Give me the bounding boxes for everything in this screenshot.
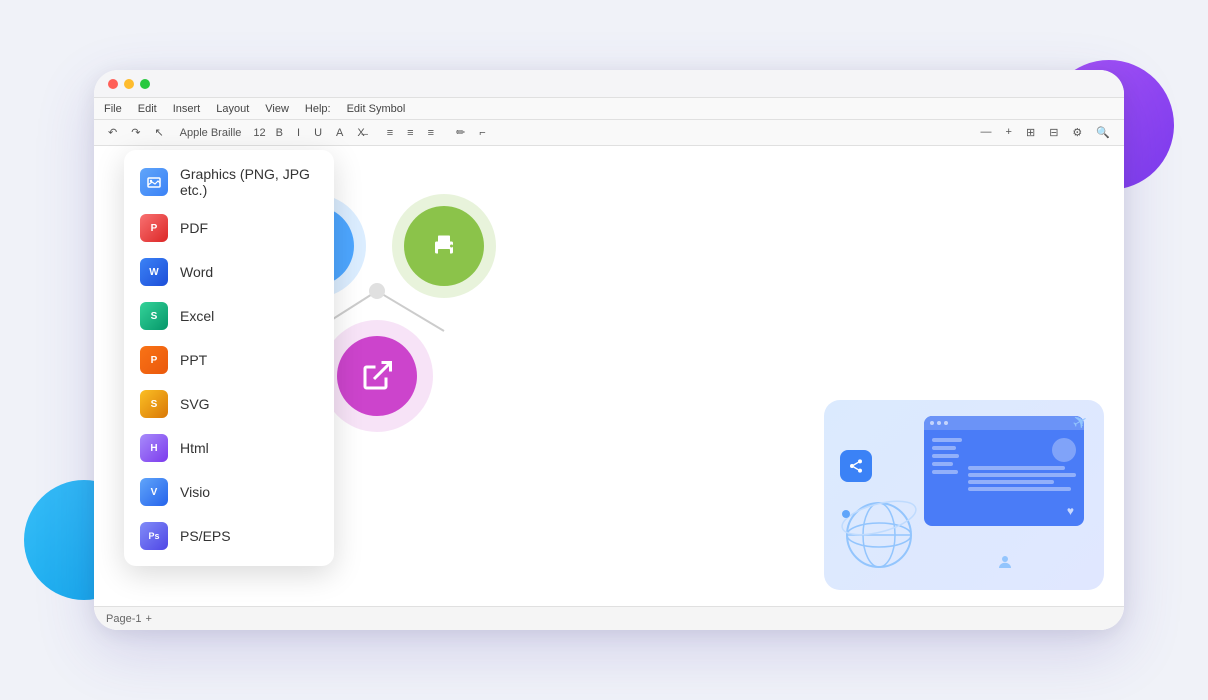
- toolbar-font-color[interactable]: A: [332, 125, 347, 141]
- dropdown-item-pdf[interactable]: P PDF: [124, 206, 334, 250]
- font-selector[interactable]: Apple Braille: [174, 127, 248, 139]
- toolbar-underline[interactable]: U: [310, 125, 326, 141]
- browser-content: [924, 430, 1084, 503]
- device-topbar: [94, 70, 1124, 98]
- page-tab-label[interactable]: Page-1: [106, 613, 141, 625]
- browser-sidebar: [932, 438, 962, 495]
- page-tab: Page-1 +: [94, 606, 1124, 630]
- toolbar-strikethrough[interactable]: X̶: [353, 125, 368, 141]
- close-dot[interactable]: [108, 79, 118, 89]
- main-line-3: [968, 480, 1054, 484]
- outer-wrapper: File Edit Insert Layout View Help: Edit …: [54, 40, 1154, 660]
- person-icon: [996, 553, 1014, 576]
- toolbar-redo[interactable]: ↷: [127, 124, 144, 141]
- toolbar-undo[interactable]: ↶: [104, 124, 121, 141]
- toolbar-bold[interactable]: B: [272, 125, 287, 141]
- toolbar-align-right[interactable]: ≡: [424, 125, 438, 141]
- svg-label: SVG: [180, 396, 210, 412]
- heart-icon: ♥: [1067, 504, 1074, 518]
- dropdown-item-html[interactable]: H Html: [124, 426, 334, 470]
- ps-icon: Ps: [140, 522, 168, 550]
- font-size[interactable]: 12: [253, 127, 265, 139]
- main-line-2: [968, 473, 1076, 477]
- toolbar-grid[interactable]: ⊟: [1045, 124, 1062, 141]
- browser-bar: [924, 416, 1084, 430]
- menu-file[interactable]: File: [104, 103, 122, 115]
- minimize-dot[interactable]: [124, 79, 134, 89]
- browser-mockup: ♥: [924, 416, 1084, 526]
- browser-main: [968, 438, 1076, 495]
- svg-icon: S: [140, 390, 168, 418]
- dropdown-item-ps[interactable]: Ps PS/EPS: [124, 514, 334, 558]
- editor-toolbar: ↶ ↷ ↖ Apple Braille 12 B I U A X̶ ≡ ≡ ≡ …: [94, 120, 1124, 146]
- menu-help[interactable]: Help:: [305, 103, 331, 115]
- toolbar-line[interactable]: ⌐: [475, 125, 489, 141]
- sidebar-line-4: [932, 462, 953, 466]
- graphics-label: Graphics (PNG, JPG etc.): [180, 166, 318, 198]
- ps-label: PS/EPS: [180, 528, 231, 544]
- toolbar-pointer[interactable]: ↖: [150, 124, 167, 141]
- toolbar-align-left[interactable]: ≡: [383, 125, 397, 141]
- maximize-dot[interactable]: [140, 79, 150, 89]
- pdf-label: PDF: [180, 220, 208, 236]
- html-icon: H: [140, 434, 168, 462]
- word-icon: W: [140, 258, 168, 286]
- toolbar-draw[interactable]: ✏: [452, 124, 469, 141]
- editor-menubar: File Edit Insert Layout View Help: Edit …: [94, 98, 1124, 120]
- toolbar-align-center[interactable]: ≡: [403, 125, 417, 141]
- toolbar-fit[interactable]: ⊞: [1022, 124, 1039, 141]
- browser-dot-2: [937, 421, 941, 425]
- excel-icon: S: [140, 302, 168, 330]
- main-line-1: [968, 466, 1065, 470]
- node-print[interactable]: [404, 206, 484, 286]
- graphics-icon: [140, 168, 168, 196]
- visio-label: Visio: [180, 484, 210, 500]
- menu-layout[interactable]: Layout: [216, 103, 249, 115]
- ppt-icon: P: [140, 346, 168, 374]
- sidebar-line-1: [932, 438, 962, 442]
- right-panel-illustration: ♥ ✈: [824, 400, 1104, 590]
- menu-edit[interactable]: Edit: [138, 103, 157, 115]
- node-export[interactable]: [337, 336, 417, 416]
- sidebar-line-3: [932, 454, 959, 458]
- add-page-button[interactable]: +: [145, 613, 151, 625]
- dropdown-item-svg[interactable]: S SVG: [124, 382, 334, 426]
- dropdown-item-visio[interactable]: V Visio: [124, 470, 334, 514]
- ppt-label: PPT: [180, 352, 207, 368]
- excel-label: Excel: [180, 308, 214, 324]
- browser-dot-1: [930, 421, 934, 425]
- browser-avatar: [1052, 438, 1076, 462]
- browser-dot-3: [944, 421, 948, 425]
- illustration-inner: ♥ ✈: [824, 400, 1104, 590]
- sidebar-line-5: [932, 470, 958, 474]
- html-label: Html: [180, 440, 209, 456]
- share-badge-icon: [840, 450, 872, 482]
- toolbar-italic[interactable]: I: [293, 125, 304, 141]
- dropdown-item-word[interactable]: W Word: [124, 250, 334, 294]
- main-line-4: [968, 487, 1071, 491]
- visio-icon: V: [140, 478, 168, 506]
- toolbar-zoom-out[interactable]: —: [977, 124, 996, 141]
- toolbar-zoom-in[interactable]: +: [1002, 124, 1016, 141]
- device-frame: File Edit Insert Layout View Help: Edit …: [94, 70, 1124, 630]
- globe-illustration: [834, 480, 924, 570]
- menu-view[interactable]: View: [265, 103, 289, 115]
- menu-insert[interactable]: Insert: [173, 103, 201, 115]
- pdf-icon: P: [140, 214, 168, 242]
- toolbar-settings[interactable]: ⚙: [1068, 124, 1086, 141]
- toolbar-search[interactable]: 🔍: [1092, 124, 1114, 141]
- dropdown-item-ppt[interactable]: P PPT: [124, 338, 334, 382]
- dropdown-item-graphics[interactable]: Graphics (PNG, JPG etc.): [124, 158, 334, 206]
- dropdown-item-excel[interactable]: S Excel: [124, 294, 334, 338]
- menu-edit-symbol[interactable]: Edit Symbol: [347, 103, 406, 115]
- sidebar-line-2: [932, 446, 956, 450]
- export-dropdown: Graphics (PNG, JPG etc.) P PDF W Word S …: [124, 150, 334, 566]
- word-label: Word: [180, 264, 213, 280]
